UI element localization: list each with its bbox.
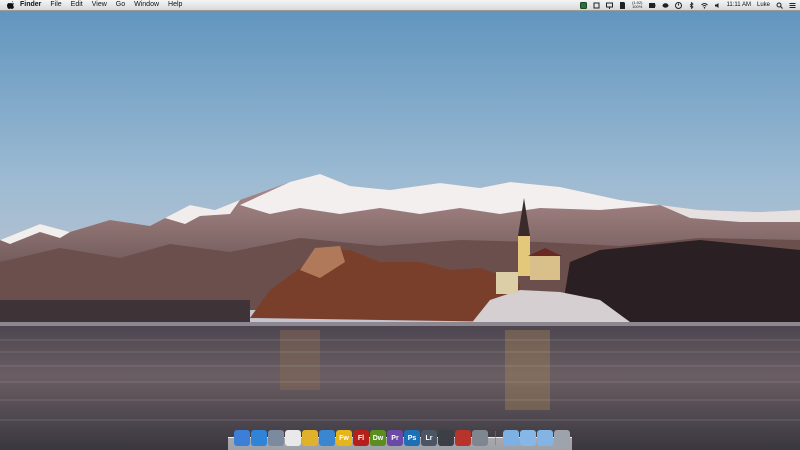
battery-status[interactable]: (1:02) 100% [632,1,642,9]
photoshop-icon[interactable]: Ps [404,430,420,446]
user-name[interactable]: Luke [757,0,770,10]
safari-icon[interactable] [251,430,267,446]
battery-percent: 100% [632,4,643,9]
apple-menu-icon[interactable] [7,1,14,9]
reminders-icon[interactable] [285,430,301,446]
bluetooth-icon[interactable] [688,1,695,9]
time-machine-icon[interactable] [662,2,669,9]
applications-folder-icon[interactable] [503,430,519,446]
flash-icon[interactable]: Fl [353,430,369,446]
lightroom-icon[interactable]: Lr [421,430,437,446]
spotlight-search-icon[interactable] [776,2,783,9]
clock-sync-icon[interactable] [674,1,682,9]
display-icon[interactable] [606,2,614,9]
finder-icon[interactable] [234,430,250,446]
fireworks-icon[interactable]: Fw [336,430,352,446]
file-menu[interactable]: File [50,0,61,10]
app-store-icon[interactable] [319,430,335,446]
preview-icon[interactable] [268,430,284,446]
chrome-icon[interactable] [302,430,318,446]
trash-icon[interactable] [554,430,570,446]
window-menu[interactable]: Window [134,0,159,10]
document-icon[interactable] [619,1,626,9]
desktop-wallpaper [0,0,800,450]
edit-menu[interactable]: Edit [71,0,83,10]
go-menu[interactable]: Go [116,0,125,10]
view-menu[interactable]: View [92,0,107,10]
dock-items: Fw Fl Dw Pr Ps Lr [234,430,570,446]
wifi-icon[interactable] [700,2,708,9]
dropbox-icon[interactable] [593,2,600,9]
settings-icon[interactable] [472,430,488,446]
volume-icon[interactable] [714,2,721,9]
reader-icon[interactable] [455,430,471,446]
menu-bar: Finder File Edit View Go Window Help (1:… [0,0,800,11]
documents-folder-icon[interactable] [520,430,536,446]
premiere-icon[interactable]: Pr [387,430,403,446]
dock-separator [495,431,496,445]
downloads-folder-icon[interactable] [537,430,553,446]
notification-center-icon[interactable] [789,2,796,9]
battery-icon[interactable] [648,2,656,9]
status-app-icon[interactable] [580,1,588,9]
help-menu[interactable]: Help [168,0,182,10]
menubar-clock[interactable]: 11:11 AM [727,0,751,10]
pencil-icon[interactable] [438,430,454,446]
finder-app-menu[interactable]: Finder [20,0,41,10]
dock: Fw Fl Dw Pr Ps Lr [228,428,572,450]
dreamweaver-icon[interactable]: Dw [370,430,386,446]
